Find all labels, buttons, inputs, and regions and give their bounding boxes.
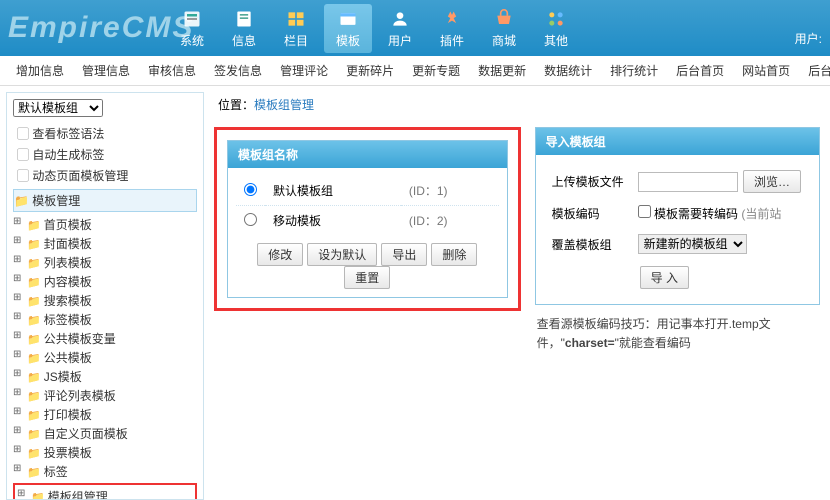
- breadcrumb-link[interactable]: 模板组管理: [254, 98, 314, 112]
- group-id: (ID：2): [401, 206, 499, 236]
- highlight-box-tree: 模板组管理 导入/导出模板组: [13, 483, 197, 500]
- action-button-修改[interactable]: 修改: [257, 243, 303, 266]
- template-root-folder[interactable]: 模板管理: [13, 189, 197, 212]
- subnav-item[interactable]: 管理评论: [274, 58, 334, 83]
- logo: EmpireCMS: [8, 11, 168, 45]
- upload-label: 上传模板文件: [546, 165, 630, 198]
- tree-item[interactable]: 公共模板变量: [13, 329, 197, 348]
- tree-item[interactable]: JS模板: [13, 367, 197, 386]
- nav-icon: [490, 8, 518, 30]
- tree-item[interactable]: 封面模板: [13, 234, 197, 253]
- panel1-title: 模板组名称: [228, 141, 507, 168]
- side-link[interactable]: 查看标签语法: [13, 123, 197, 144]
- tree-item[interactable]: 内容模板: [13, 272, 197, 291]
- action-button-导出[interactable]: 导出: [381, 243, 427, 266]
- breadcrumb: 位置：模板组管理: [218, 96, 820, 113]
- subnav-item[interactable]: 更新专题: [406, 58, 466, 83]
- tree-item[interactable]: 标签: [13, 462, 197, 481]
- tree-item[interactable]: 自定义页面模板: [13, 424, 197, 443]
- tree-item[interactable]: 标签模板: [13, 310, 197, 329]
- nav-插件[interactable]: 插件: [428, 4, 476, 53]
- tree-template-group-mgmt[interactable]: 模板组管理 导入/导出模板组: [17, 487, 193, 500]
- nav-icon: [178, 8, 206, 30]
- side-link[interactable]: 动态页面模板管理: [13, 165, 197, 186]
- action-button-重置[interactable]: 重置: [344, 266, 390, 289]
- group-radio[interactable]: [244, 183, 257, 196]
- subnav-item[interactable]: 后台地图: [802, 58, 830, 83]
- highlight-box-panel: 模板组名称 默认模板组(ID：1)移动模板(ID：2) 修改设为默认导出删除重置: [214, 127, 521, 311]
- nav-icon: [334, 8, 362, 30]
- subnav-item[interactable]: 更新碎片: [340, 58, 400, 83]
- tree-item[interactable]: 公共模板: [13, 348, 197, 367]
- action-button-删除[interactable]: 删除: [431, 243, 477, 266]
- nav-系统[interactable]: 系统: [168, 4, 216, 53]
- tree-item[interactable]: 首页模板: [13, 215, 197, 234]
- nav-icon: [230, 8, 258, 30]
- tree-item[interactable]: 列表模板: [13, 253, 197, 272]
- subnav-item[interactable]: 网站首页: [736, 58, 796, 83]
- subnav-item[interactable]: 后台首页: [670, 58, 730, 83]
- subnav-item[interactable]: 排行统计: [604, 58, 664, 83]
- subnav-item[interactable]: 数据更新: [472, 58, 532, 83]
- tree-item[interactable]: 投票模板: [13, 443, 197, 462]
- group-name: 默认模板组: [265, 176, 401, 206]
- cover-label: 覆盖模板组: [546, 229, 630, 259]
- subnav-item[interactable]: 审核信息: [142, 58, 202, 83]
- nav-信息[interactable]: 信息: [220, 4, 268, 53]
- nav-用户[interactable]: 用户: [376, 4, 424, 53]
- nav-其他[interactable]: 其他: [532, 4, 580, 53]
- import-button[interactable]: 导 入: [640, 266, 689, 289]
- encoding-label: 模板编码: [546, 200, 630, 227]
- group-name: 移动模板: [265, 206, 401, 236]
- nav-icon: [542, 8, 570, 30]
- sub-nav: 增加信息管理信息审核信息签发信息管理评论更新碎片更新专题数据更新数据统计排行统计…: [0, 56, 830, 86]
- side-link[interactable]: 自动生成标签: [13, 144, 197, 165]
- subnav-item[interactable]: 数据统计: [538, 58, 598, 83]
- template-group-select[interactable]: 默认模板组: [13, 99, 103, 117]
- group-radio[interactable]: [244, 213, 257, 226]
- browse-button[interactable]: 浏览…: [743, 170, 801, 193]
- tree-item[interactable]: 打印模板: [13, 405, 197, 424]
- subnav-item[interactable]: 签发信息: [208, 58, 268, 83]
- nav-icon: [282, 8, 310, 30]
- group-id: (ID：1): [401, 176, 499, 206]
- panel2-title: 导入模板组: [536, 128, 819, 155]
- subnav-item[interactable]: 管理信息: [76, 58, 136, 83]
- user-label: 用户:: [795, 30, 822, 47]
- tree-item[interactable]: 搜索模板: [13, 291, 197, 310]
- cover-select[interactable]: 新建新的模板组: [638, 234, 747, 254]
- tip-text: 查看源模板编码技巧：用记事本打开.temp文件，"charset="就能查看编码: [537, 315, 818, 353]
- nav-icon: [386, 8, 414, 30]
- upload-field[interactable]: [638, 172, 738, 192]
- sidebar: 默认模板组 查看标签语法自动生成标签动态页面模板管理 模板管理 首页模板封面模板…: [6, 92, 204, 500]
- nav-icon: [438, 8, 466, 30]
- nav-商城[interactable]: 商城: [480, 4, 528, 53]
- action-button-设为默认[interactable]: 设为默认: [307, 243, 377, 266]
- tree-item[interactable]: 评论列表模板: [13, 386, 197, 405]
- encoding-checkbox[interactable]: [638, 205, 651, 218]
- nav-模板[interactable]: 模板: [324, 4, 372, 53]
- nav-栏目[interactable]: 栏目: [272, 4, 320, 53]
- subnav-item[interactable]: 增加信息: [10, 58, 70, 83]
